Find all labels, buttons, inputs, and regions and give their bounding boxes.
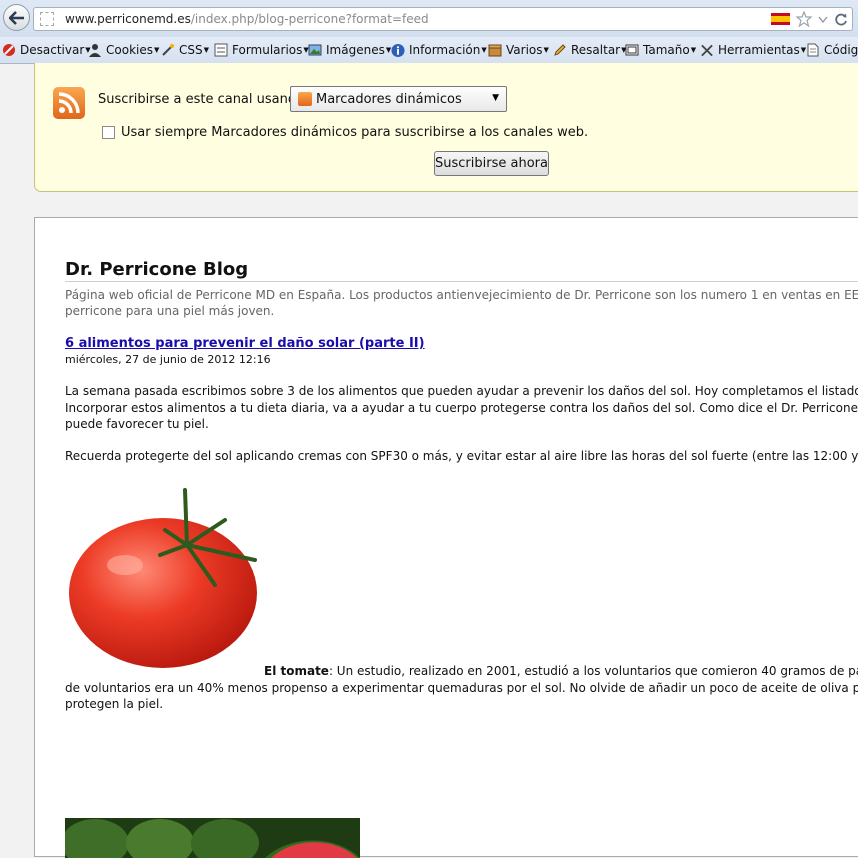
info-icon: [391, 43, 405, 57]
always-use-checkbox[interactable]: [102, 126, 115, 139]
toolbar-desactivar[interactable]: Desactivar ▼: [2, 41, 91, 59]
feed-subscribe-box: Suscribirse a este canal usando Marcador…: [34, 63, 858, 192]
toolbar-imagenes[interactable]: Imágenes ▼: [308, 41, 391, 59]
user-icon: [88, 43, 102, 57]
box-icon: [488, 43, 502, 57]
bookmark-star-icon[interactable]: [796, 11, 812, 27]
no-entry-icon: [2, 43, 16, 57]
tools-icon: [700, 43, 714, 57]
chevron-down-icon: ▼: [492, 93, 499, 103]
feed-content: Dr. Perricone Blog Página web oficial de…: [34, 217, 858, 858]
arrow-left-icon: [8, 10, 24, 25]
toolbar-css[interactable]: CSS ▼: [161, 41, 209, 59]
subscribe-using-label: Suscribirse a este canal usando: [98, 92, 305, 107]
feed-reader-value: Marcadores dinámicos: [316, 92, 462, 107]
toolbar-varios[interactable]: Varios ▼: [488, 41, 549, 59]
document-icon: [806, 43, 820, 57]
subscribe-now-button[interactable]: Suscribirse ahora: [434, 151, 549, 176]
form-icon: [214, 43, 228, 57]
web-developer-toolbar: Desactivar ▼ Cookies ▼ CSS ▼ Formularios ▼ I…: [0, 37, 858, 64]
blog-subtitle: Página web oficial de Perricone MD en Es…: [65, 288, 858, 318]
blog-title: Dr. Perricone Blog: [65, 259, 858, 282]
url-input[interactable]: www.perriconemd.es/index.php/blog-perric…: [33, 7, 853, 31]
toolbar-cookies[interactable]: Cookies ▼: [88, 41, 159, 59]
navigation-bar: www.perriconemd.es/index.php/blog-perric…: [0, 0, 858, 37]
entry-date: miércoles, 27 de junio de 2012 12:16: [65, 353, 271, 366]
entry-title-link[interactable]: 6 alimentos para prevenir el daño solar …: [65, 336, 425, 351]
reload-icon[interactable]: [834, 12, 848, 26]
entry-paragraph: La semana pasada escribimos sobre 3 de l…: [65, 384, 858, 431]
entry-paragraph: El tomate: Un estudio, realizado en 2001…: [65, 664, 858, 711]
back-button[interactable]: [3, 4, 30, 31]
resize-icon: [625, 43, 639, 57]
toolbar-formularios[interactable]: Formularios ▼: [214, 41, 309, 59]
image-icon: [308, 43, 322, 57]
toolbar-tamano[interactable]: Tamaño ▼: [625, 41, 696, 59]
feed-reader-select[interactable]: Marcadores dinámicos ▼: [290, 86, 507, 112]
spain-flag-icon[interactable]: [771, 13, 790, 25]
watermelon-image: [65, 818, 360, 858]
always-use-label: Usar siempre Marcadores dinámicos para s…: [121, 125, 589, 140]
toolbar-codigo[interactable]: Códig: [806, 41, 858, 59]
rss-feed-icon: [53, 87, 85, 119]
toolbar-informacion[interactable]: Información ▼: [391, 41, 487, 59]
pencil-icon: [553, 43, 567, 57]
url-text: www.perriconemd.es/index.php/blog-perric…: [65, 12, 429, 26]
dropdown-arrow-icon[interactable]: [818, 14, 828, 24]
wand-icon: [161, 43, 175, 57]
rss-icon: [298, 92, 312, 106]
toolbar-herramientas[interactable]: Herramientas ▼: [700, 41, 806, 59]
entry-paragraph: Recuerda protegerte del sol aplicando cr…: [65, 449, 858, 463]
tomato-image: [65, 485, 261, 671]
toolbar-resaltar[interactable]: Resaltar ▼: [553, 41, 627, 59]
page-icon: [40, 12, 54, 26]
